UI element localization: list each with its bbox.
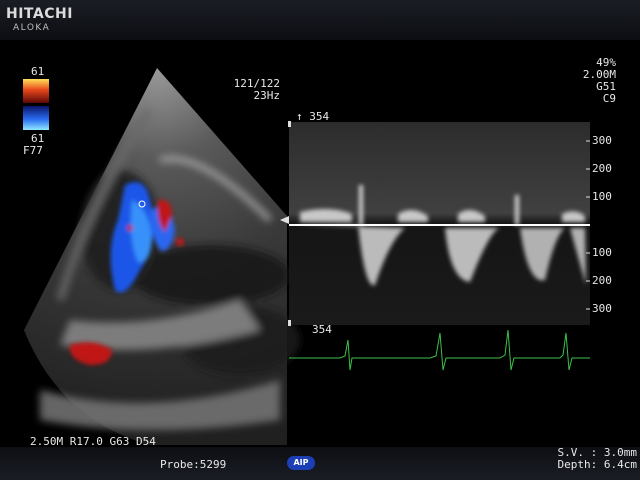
velocity-scale-label: 200	[592, 162, 612, 175]
probe-id: Probe:5299	[160, 458, 227, 471]
depth: Depth: 6.4cm	[557, 458, 637, 471]
color-scale-negative	[23, 106, 49, 130]
preset: C9	[602, 92, 616, 105]
frame-rate: 23Hz	[253, 89, 281, 102]
ultrasound-display	[24, 68, 590, 445]
color-filter: F77	[23, 144, 43, 157]
velocity-scale-label: 300	[592, 302, 612, 315]
spectral-doppler	[280, 121, 590, 326]
color-scale-positive	[23, 79, 49, 103]
aip-button[interactable]: AIP	[287, 456, 315, 470]
doppler-bottom-marker: 354	[312, 323, 332, 336]
velocity-scale-label: 300	[592, 134, 612, 147]
echo-sector-image	[24, 68, 300, 445]
velocity-scale-label: 200	[592, 274, 612, 287]
velocity-scale-label: 100	[592, 246, 612, 259]
ecg-trace	[289, 329, 590, 371]
doppler-top-marker: ↑ 354	[296, 110, 330, 123]
bmode-params: 2.50M R17.0 G63 D54	[30, 435, 156, 448]
color-scale-top-value: 61	[31, 65, 45, 78]
velocity-scale-label: 100	[592, 190, 612, 203]
